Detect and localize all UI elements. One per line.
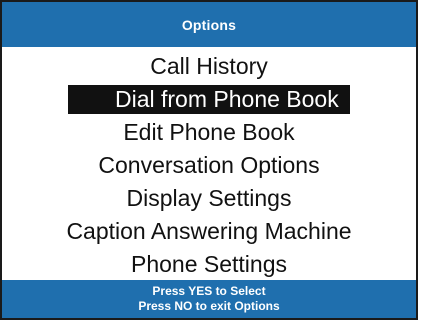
menu-item-label: Phone Settings [130, 251, 287, 277]
menu-item-display-settings[interactable]: Display Settings [2, 182, 416, 215]
menu-item-conversation-options[interactable]: Conversation Options [2, 149, 416, 182]
footer-line-exit: Press NO to exit Options [138, 299, 280, 313]
screen-title: Options [181, 16, 237, 33]
options-menu: Call History Dial from Phone Book Edit P… [2, 50, 416, 280]
menu-item-label: Conversation Options [98, 152, 320, 178]
menu-item-edit-phone-book[interactable]: Edit Phone Book [2, 116, 416, 149]
menu-item-label: Call History [150, 53, 268, 79]
title-bar: Options [2, 2, 416, 47]
footer-instructions: Press YES to Select Press NO to exit Opt… [2, 280, 416, 318]
menu-item-label: Display Settings [126, 185, 292, 211]
menu-item-phone-settings[interactable]: Phone Settings [2, 248, 416, 281]
menu-item-call-history[interactable]: Call History [2, 50, 416, 83]
options-screen: Options Call History Dial from Phone Boo… [0, 0, 418, 320]
footer-line-select: Press YES to Select [152, 284, 266, 298]
menu-item-label: Caption Answering Machine [66, 218, 352, 244]
menu-item-dial-from-phone-book[interactable]: Dial from Phone Book [2, 83, 416, 116]
menu-item-caption-answering-machine[interactable]: Caption Answering Machine [2, 215, 416, 248]
menu-item-label: Dial from Phone Book [68, 85, 350, 114]
menu-item-label: Edit Phone Book [123, 119, 295, 145]
